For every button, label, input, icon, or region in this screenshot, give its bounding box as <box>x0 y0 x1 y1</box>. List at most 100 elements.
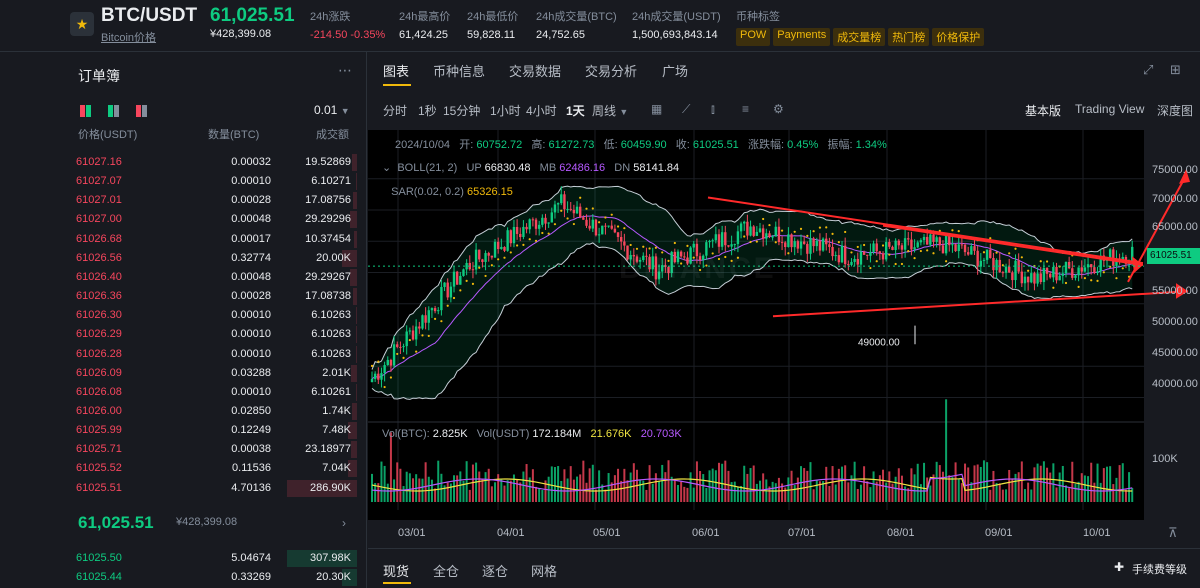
candle-body <box>541 217 544 225</box>
tab-coin-info[interactable]: 币种信息 <box>433 61 485 80</box>
ask-row[interactable]: 61026.30 0.00010 6.10263 <box>70 306 357 325</box>
ask-row[interactable]: 61026.29 0.00010 6.10263 <box>70 325 357 344</box>
tab-spot[interactable]: 现货 <box>383 561 409 580</box>
tag-payments[interactable]: Payments <box>773 28 831 46</box>
bid-row[interactable]: 61025.44 0.33269 20.30K <box>70 568 357 587</box>
cell-price: 61026.30 <box>76 309 122 322</box>
candle-body <box>455 271 459 285</box>
ask-row[interactable]: 61026.00 0.02850 1.74K <box>70 402 357 421</box>
sar-dot <box>560 209 563 212</box>
binance-watermark: BINANCE <box>619 252 777 285</box>
boll-readout[interactable]: ⌄ BOLL(21, 2) UP 66830.48 MB 62486.16 DN… <box>382 161 679 174</box>
tab-square[interactable]: 广场 <box>662 61 688 80</box>
expand-icon[interactable]: ⤢ <box>1143 62 1153 78</box>
ask-row[interactable]: 61027.16 0.00032 19.52869 <box>70 153 357 172</box>
ask-row[interactable]: 61026.09 0.03288 2.01K <box>70 364 357 383</box>
ask-row[interactable]: 61027.07 0.00010 6.10271 <box>70 172 357 191</box>
drawing-tools-icon[interactable]: ≡ <box>742 102 749 116</box>
tag-price-protection[interactable]: 价格保护 <box>932 28 985 46</box>
tab-chart[interactable]: 图表 <box>383 61 409 80</box>
candle-body <box>399 346 402 348</box>
pair-name[interactable]: BTC/USDT <box>101 5 197 27</box>
volume-bar <box>456 475 459 502</box>
orderbook-bids-icon[interactable] <box>108 105 120 117</box>
volume-bar <box>408 473 411 502</box>
grid-layout-icon[interactable]: ⊞ <box>1170 62 1181 78</box>
cell-price: 61026.08 <box>76 385 122 398</box>
volume-bar <box>998 483 1001 502</box>
cell-total: 6.10271 <box>311 175 351 188</box>
candle-body <box>761 228 765 239</box>
ask-row[interactable]: 61026.56 0.32774 20.00K <box>70 249 357 268</box>
tab-trading-analysis[interactable]: 交易分析 <box>585 61 637 80</box>
ask-row[interactable]: 61025.71 0.00038 23.18977 <box>70 440 357 459</box>
view-basic[interactable]: 基本版 <box>1025 102 1061 119</box>
ask-row[interactable]: 61025.51 4.70136 286.90K <box>70 479 357 498</box>
ask-row[interactable]: 61027.01 0.00028 17.08756 <box>70 191 357 210</box>
fee-level-button[interactable]: 手续费等级 <box>1132 561 1187 577</box>
tf-4h[interactable]: 4小时 <box>526 102 557 119</box>
cell-price: 61026.56 <box>76 251 122 264</box>
precision-select[interactable]: 0.01 ▼ <box>314 103 350 117</box>
tf-timeline[interactable]: 分时 <box>383 102 407 119</box>
candle-body <box>474 249 478 270</box>
orderbook-asks-icon[interactable] <box>136 105 148 117</box>
tab-grid[interactable]: 网格 <box>531 561 557 580</box>
ask-row[interactable]: 61026.08 0.00010 6.10261 <box>70 383 357 402</box>
pair-subtitle-link[interactable]: Bitcoin价格 <box>101 29 156 45</box>
candle-body <box>888 242 891 247</box>
view-tradingview[interactable]: Trading View <box>1075 102 1144 116</box>
chevron-right-icon[interactable]: › <box>342 516 346 530</box>
ask-row[interactable]: 61026.40 0.00048 29.29267 <box>70 268 357 287</box>
volume-bar <box>550 466 553 502</box>
sar-dot <box>856 245 859 249</box>
candle-body <box>575 206 579 214</box>
volume-bar <box>658 481 661 502</box>
tab-isolated-margin[interactable]: 逐仓 <box>482 561 508 580</box>
sar-dot <box>850 251 853 254</box>
tf-week[interactable]: 周线 ▼ <box>592 102 628 119</box>
settings-gear-icon[interactable]: ⚙ <box>773 102 784 116</box>
more-icon[interactable]: ⋯ <box>338 62 352 79</box>
tf-1d[interactable]: 1天 <box>566 102 585 119</box>
tag-hot-rank[interactable]: 热门榜 <box>888 28 930 46</box>
orderbook-both-icon[interactable] <box>80 105 92 117</box>
y-tick: 50000.00 <box>1152 316 1198 328</box>
tab-trading-data[interactable]: 交易数据 <box>509 61 561 80</box>
reset-axis-icon[interactable]: ⊼ <box>1168 525 1178 541</box>
candle-body <box>610 225 613 229</box>
ask-row[interactable]: 61025.99 0.12249 7.48K <box>70 421 357 440</box>
candle-type-icon[interactable]: ⫾ <box>711 102 715 117</box>
indicator-icon[interactable]: ⟋ <box>682 102 690 117</box>
tf-15m[interactable]: 15分钟 <box>443 102 480 119</box>
chevron-down-icon[interactable]: ⌄ <box>382 162 391 174</box>
favorite-star-icon[interactable]: ★ <box>70 12 94 36</box>
tf-1s[interactable]: 1秒 <box>418 102 437 119</box>
ask-row[interactable]: 61026.36 0.00028 17.08738 <box>70 287 357 306</box>
candle-body <box>910 239 913 250</box>
tf-1h[interactable]: 1小时 <box>490 102 521 119</box>
volume-bar <box>695 461 698 502</box>
volume-bar <box>1118 465 1121 502</box>
view-depth[interactable]: 深度图 <box>1157 102 1193 119</box>
low-price-label: 49000.00 <box>858 337 900 348</box>
candle-body <box>989 249 992 258</box>
cell-price: 61026.29 <box>76 328 122 341</box>
ask-row[interactable]: 61025.52 0.11536 7.04K <box>70 459 357 478</box>
candle-body <box>462 269 465 276</box>
cell-qty: 0.00010 <box>231 385 271 398</box>
ask-row[interactable]: 61026.28 0.00010 6.10263 <box>70 345 357 364</box>
candle-body <box>392 344 396 366</box>
tag-pow[interactable]: POW <box>736 28 771 46</box>
bid-row[interactable]: 61025.50 5.04674 307.98K <box>70 549 357 568</box>
volume-bar <box>831 466 834 502</box>
cell-qty: 0.00010 <box>231 175 271 188</box>
fee-icon[interactable]: ✚ <box>1114 560 1124 574</box>
sar-dot <box>389 376 393 379</box>
tag-volume-rank[interactable]: 成交量榜 <box>833 28 886 46</box>
ask-row[interactable]: 61026.68 0.00017 10.37454 <box>70 230 357 249</box>
calendar-icon[interactable]: ▦ <box>651 102 662 116</box>
ask-row[interactable]: 61027.00 0.00048 29.29296 <box>70 210 357 229</box>
cell-qty: 0.00038 <box>231 443 271 456</box>
tab-cross-margin[interactable]: 全仓 <box>433 561 459 580</box>
